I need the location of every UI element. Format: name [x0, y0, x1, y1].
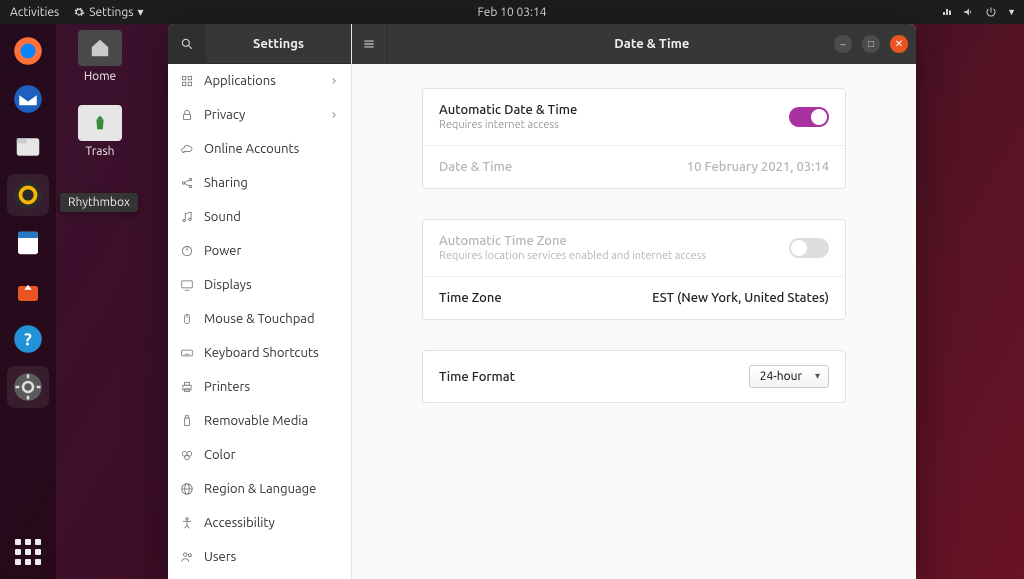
app-menu[interactable]: Settings ▾	[73, 5, 143, 19]
chevron-down-icon: ▾	[137, 5, 143, 19]
dock-help[interactable]: ?	[7, 318, 49, 360]
chevron-down-icon: ▼	[1007, 7, 1016, 17]
globe-icon	[180, 482, 194, 496]
sidebar-item-sound[interactable]: Sound	[168, 200, 351, 234]
search-button[interactable]	[168, 24, 206, 64]
auto-date-time-label: Automatic Date & Time	[439, 103, 789, 117]
display-icon	[180, 278, 194, 292]
show-applications[interactable]	[7, 531, 49, 573]
dock-libreoffice[interactable]	[7, 222, 49, 264]
home-icon	[89, 37, 111, 59]
row-date-time[interactable]: Date & Time 10 February 2021, 03:14	[423, 146, 845, 188]
auto-date-time-sub: Requires internet access	[439, 119, 789, 131]
settings-sidebar: Settings Applications Privacy Online Acc…	[168, 24, 352, 579]
system-tray[interactable]: ▼	[941, 6, 1016, 18]
dock: ?	[0, 24, 56, 579]
dock-files[interactable]	[7, 126, 49, 168]
minimize-button[interactable]: –	[834, 35, 852, 53]
time-format-card: Time Format 24-hour	[422, 350, 846, 403]
hamburger-button[interactable]	[352, 24, 388, 64]
usb-icon	[180, 414, 194, 428]
sidebar-item-color[interactable]: Color	[168, 438, 351, 472]
network-icon	[941, 6, 953, 18]
sidebar-item-online-accounts[interactable]: Online Accounts	[168, 132, 351, 166]
svg-text:?: ?	[24, 330, 32, 349]
time-format-label: Time Format	[439, 370, 749, 384]
mouse-icon	[180, 312, 194, 326]
dock-thunderbird[interactable]	[7, 78, 49, 120]
sidebar-item-sharing[interactable]: Sharing	[168, 166, 351, 200]
sidebar-item-displays[interactable]: Displays	[168, 268, 351, 302]
sidebar-item-region[interactable]: Region & Language	[168, 472, 351, 506]
sidebar-item-removable[interactable]: Removable Media	[168, 404, 351, 438]
date-time-value: 10 February 2021, 03:14	[687, 160, 829, 174]
sidebar-item-applications[interactable]: Applications	[168, 64, 351, 98]
trash-icon	[89, 112, 111, 134]
auto-tz-switch	[789, 238, 829, 258]
users-icon	[180, 550, 194, 564]
lock-icon	[180, 108, 194, 122]
volume-icon	[963, 6, 975, 18]
auto-tz-label: Automatic Time Zone	[439, 234, 789, 248]
dock-software[interactable]	[7, 270, 49, 312]
sidebar-item-printers[interactable]: Printers	[168, 370, 351, 404]
row-auto-date-time: Automatic Date & Time Requires internet …	[423, 89, 845, 146]
timezone-card: Automatic Time Zone Requires location se…	[422, 219, 846, 320]
dock-settings[interactable]	[7, 366, 49, 408]
row-timezone[interactable]: Time Zone EST (New York, United States)	[423, 277, 845, 319]
dock-tooltip: Rhythmbox	[60, 193, 138, 212]
dock-firefox[interactable]	[7, 30, 49, 72]
tz-label: Time Zone	[439, 291, 652, 305]
keyboard-icon	[180, 346, 194, 360]
row-auto-timezone: Automatic Time Zone Requires location se…	[423, 220, 845, 277]
sidebar-item-power[interactable]: Power	[168, 234, 351, 268]
date-time-label: Date & Time	[439, 160, 687, 174]
gear-icon	[73, 6, 85, 18]
music-icon	[180, 210, 194, 224]
menu-icon	[362, 37, 376, 51]
row-time-format: Time Format 24-hour	[423, 351, 845, 402]
date-time-card: Automatic Date & Time Requires internet …	[422, 88, 846, 189]
auto-tz-sub: Requires location services enabled and i…	[439, 250, 789, 262]
sidebar-title: Settings	[206, 37, 351, 51]
top-bar: Activities Settings ▾ Feb 10 03:14 ▼	[0, 0, 1024, 24]
dock-rhythmbox[interactable]	[7, 174, 49, 216]
printer-icon	[180, 380, 194, 394]
search-icon	[180, 37, 194, 51]
power-icon	[180, 244, 194, 258]
power-icon	[985, 6, 997, 18]
settings-main: Date & Time – □ ✕ Automatic Date & Time …	[352, 24, 916, 579]
desktop-home[interactable]: Home	[78, 30, 122, 83]
sidebar-item-privacy[interactable]: Privacy	[168, 98, 351, 132]
share-icon	[180, 176, 194, 190]
applications-icon	[180, 74, 194, 88]
sidebar-item-users[interactable]: Users	[168, 540, 351, 574]
time-format-combo[interactable]: 24-hour	[749, 365, 829, 388]
settings-window: Settings Applications Privacy Online Acc…	[168, 24, 916, 579]
desktop-trash[interactable]: Trash	[78, 105, 122, 158]
accessibility-icon	[180, 516, 194, 530]
auto-date-time-switch[interactable]	[789, 107, 829, 127]
sidebar-item-accessibility[interactable]: Accessibility	[168, 506, 351, 540]
close-button[interactable]: ✕	[890, 35, 908, 53]
clock[interactable]: Feb 10 03:14	[477, 6, 546, 19]
cloud-icon	[180, 142, 194, 156]
activities-button[interactable]: Activities	[10, 6, 59, 19]
maximize-button[interactable]: □	[862, 35, 880, 53]
sidebar-list[interactable]: Applications Privacy Online Accounts Sha…	[168, 64, 351, 579]
chevron-right-icon	[329, 76, 339, 86]
sidebar-item-mouse[interactable]: Mouse & Touchpad	[168, 302, 351, 336]
tz-value: EST (New York, United States)	[652, 291, 829, 305]
sidebar-item-keyboard[interactable]: Keyboard Shortcuts	[168, 336, 351, 370]
color-icon	[180, 448, 194, 462]
desktop-icons: Home Trash	[70, 30, 130, 158]
chevron-right-icon	[329, 110, 339, 120]
